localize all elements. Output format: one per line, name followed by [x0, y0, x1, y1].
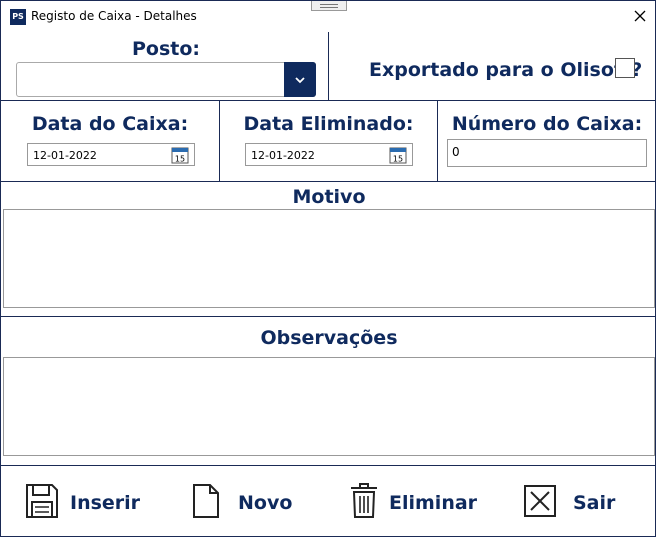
exportado-checkbox[interactable] [615, 58, 635, 78]
inserir-label: Inserir [70, 492, 141, 514]
sair-label: Sair [573, 492, 616, 514]
divider [1, 100, 656, 101]
close-icon [634, 10, 646, 22]
numero-caixa-label: Número do Caixa: [451, 113, 643, 135]
divider [1, 181, 656, 182]
posto-label: Posto: [131, 38, 201, 60]
exit-icon [524, 485, 556, 517]
registo-caixa-window: PS Registo de Caixa - Detalhes Posto: Ex… [0, 0, 656, 537]
posto-dropdown-button[interactable] [284, 62, 316, 97]
svg-text:15: 15 [393, 155, 403, 164]
eliminar-button[interactable]: Eliminar [350, 483, 477, 523]
app-logo-icon: PS [10, 9, 26, 25]
eliminar-label: Eliminar [389, 492, 478, 514]
numero-caixa-value: 0 [452, 145, 460, 159]
data-eliminado-value: 12-01-2022 [251, 149, 315, 162]
data-eliminado-label: Data Eliminado: [243, 113, 414, 135]
motivo-label: Motivo [292, 186, 366, 208]
drag-handle[interactable] [311, 1, 347, 11]
posto-select[interactable] [16, 62, 316, 97]
data-caixa-value: 12-01-2022 [33, 149, 97, 162]
novo-label: Novo [238, 492, 293, 514]
close-button[interactable] [625, 3, 655, 29]
inserir-button[interactable]: Inserir [25, 483, 140, 523]
observacoes-label: Observações [260, 327, 398, 349]
window-title: Registo de Caixa - Detalhes [31, 9, 197, 23]
save-icon [26, 484, 58, 518]
numero-caixa-input[interactable]: 0 [447, 139, 647, 167]
divider [1, 316, 656, 317]
title-bar: PS Registo de Caixa - Detalhes [1, 1, 655, 31]
motivo-textarea[interactable] [3, 209, 655, 308]
sair-button[interactable]: Sair [523, 483, 616, 523]
new-document-icon [193, 484, 219, 518]
novo-button[interactable]: Novo [192, 483, 292, 523]
data-eliminado-picker[interactable]: 12-01-2022 15 [245, 143, 413, 166]
chevron-down-icon [295, 77, 305, 84]
trash-icon [351, 483, 377, 518]
divider [328, 32, 329, 101]
calendar-icon[interactable]: 15 [389, 146, 407, 164]
data-caixa-label: Data do Caixa: [31, 113, 189, 135]
calendar-icon[interactable]: 15 [171, 146, 189, 164]
data-caixa-picker[interactable]: 12-01-2022 15 [27, 143, 195, 166]
divider [1, 465, 656, 466]
exportado-label: Exportado para o Olisoft? [369, 59, 643, 81]
observacoes-textarea[interactable] [3, 357, 655, 456]
svg-text:15: 15 [175, 155, 185, 164]
